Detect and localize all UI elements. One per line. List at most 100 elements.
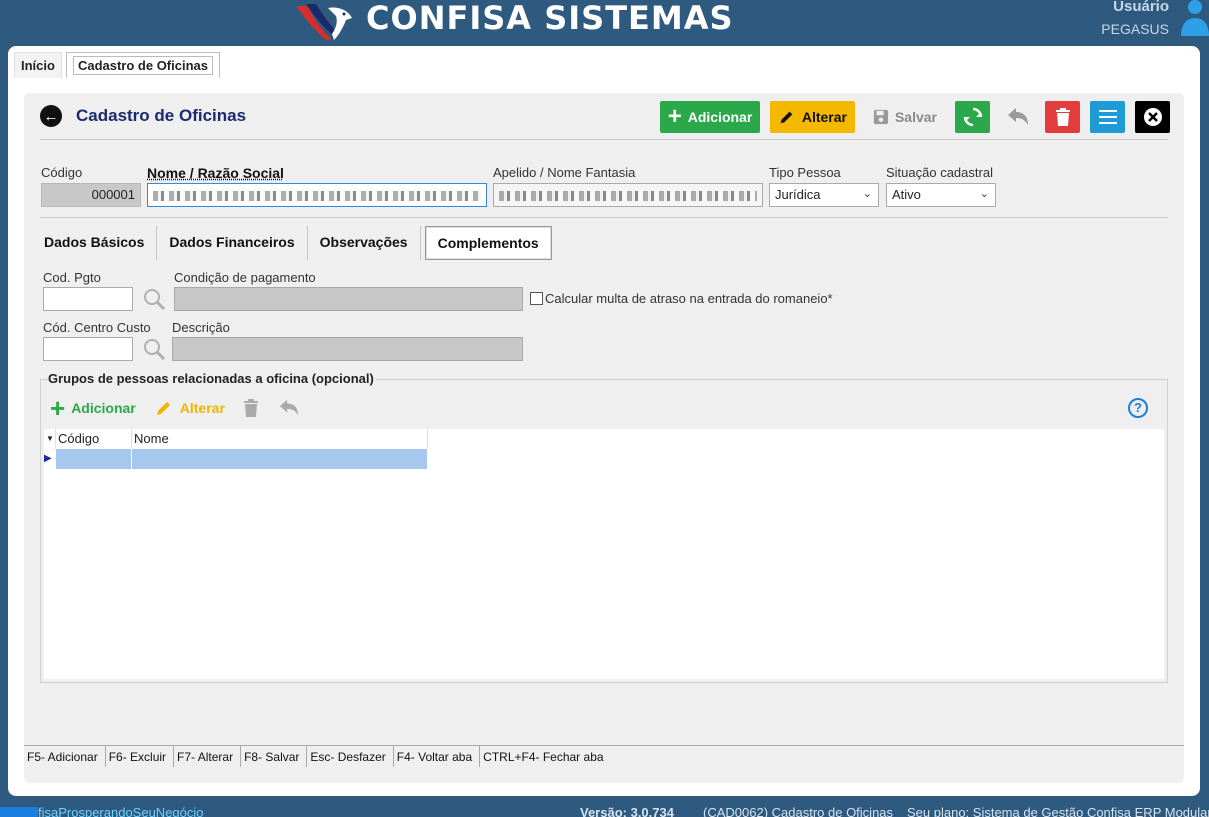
group-edit-label: Alterar <box>180 400 225 416</box>
situacao-label: Situação cadastral <box>886 165 993 180</box>
refresh-icon <box>962 106 984 128</box>
descricao-field <box>172 337 523 361</box>
cod-pgto-input[interactable] <box>43 287 133 311</box>
codigo-field: 000001 <box>41 183 141 207</box>
cell-codigo[interactable] <box>56 449 132 469</box>
tab-complementos[interactable]: Complementos <box>425 226 552 260</box>
divider <box>40 217 1168 218</box>
situacao-select[interactable]: Ativo ⌄ <box>886 183 996 207</box>
plan-text: Seu plano: Sistema de Gestão Confisa ERP… <box>907 805 1209 817</box>
search-icon[interactable] <box>142 287 166 311</box>
top-tabs: Início Cadastro de Oficinas <box>14 52 220 78</box>
user-avatar-icon[interactable] <box>1181 0 1209 38</box>
cell-nome[interactable] <box>132 449 428 469</box>
column-header-codigo[interactable]: Código <box>56 429 132 449</box>
help-icon[interactable]: ? <box>1128 398 1148 418</box>
undo-icon[interactable] <box>277 398 301 418</box>
hamburger-icon <box>1099 110 1117 124</box>
shortcut-item: F8- Salvar <box>241 746 307 767</box>
back-arrow-icon[interactable]: ← <box>40 105 62 127</box>
tab-observacoes[interactable]: Observações <box>308 226 421 260</box>
group-edit-button[interactable]: Alterar <box>154 398 225 418</box>
situacao-value: Ativo <box>892 187 921 202</box>
tipo-pessoa-select[interactable]: Jurídica ⌄ <box>769 183 879 207</box>
inner-tabs: Dados Básicos Dados Financeiros Observaç… <box>40 226 552 260</box>
shortcut-item: F6- Excluir <box>106 746 174 767</box>
group-add-label: Adicionar <box>71 400 136 416</box>
add-button[interactable]: + Adicionar <box>660 101 760 133</box>
pegasus-logo-icon <box>292 0 356 42</box>
refresh-button[interactable] <box>955 101 990 133</box>
pencil-icon <box>778 107 796 127</box>
tab-cadastro-oficinas-label: Cadastro de Oficinas <box>73 56 213 75</box>
chevron-down-icon: ⌄ <box>863 187 872 200</box>
cod-pgto-label: Cod. Pgto <box>43 270 101 285</box>
edit-button[interactable]: Alterar <box>770 101 855 133</box>
centro-custo-input[interactable] <box>43 337 133 361</box>
nome-field[interactable] <box>147 183 487 207</box>
brand: CONFISA SISTEMAS <box>292 0 734 42</box>
add-button-label: Adicionar <box>688 109 753 125</box>
trash-icon[interactable] <box>243 399 259 417</box>
shortcut-item: F5- Adicionar <box>24 746 106 767</box>
user-box[interactable]: Usuário PEGASUS <box>1101 0 1169 37</box>
condicao-label: Condição de pagamento <box>174 270 316 285</box>
divider <box>40 139 1168 140</box>
sort-arrow-icon: ▼ <box>44 429 56 449</box>
column-header-nome[interactable]: Nome <box>132 429 428 449</box>
multa-checkbox[interactable] <box>530 292 543 305</box>
shortcut-item: F7- Alterar <box>174 746 241 767</box>
group-add-button[interactable]: + Adicionar <box>50 395 136 421</box>
pencil-icon <box>154 398 174 418</box>
floppy-icon <box>873 108 889 126</box>
undo-button[interactable] <box>1000 101 1035 133</box>
edit-button-label: Alterar <box>802 109 847 125</box>
table-row[interactable]: ▶ <box>44 449 1164 469</box>
plus-icon: + <box>668 105 682 129</box>
redacted-text <box>153 191 481 201</box>
close-icon <box>1143 107 1163 127</box>
plus-icon: + <box>50 395 65 421</box>
multa-label[interactable]: Calcular multa de atraso na entrada do r… <box>545 291 833 306</box>
version-text: Versão: 3.0.734 <box>580 805 674 817</box>
brand-title: CONFISA SISTEMAS <box>366 1 734 35</box>
groups-grid: ▼ Código Nome ▶ <box>44 429 1164 679</box>
delete-button[interactable] <box>1045 101 1080 133</box>
save-button[interactable]: Salvar <box>865 101 945 133</box>
tab-cadastro-oficinas[interactable]: Cadastro de Oficinas <box>66 52 220 78</box>
groups-toolbar: + Adicionar Alterar <box>50 395 301 421</box>
page-title: Cadastro de Oficinas <box>76 106 246 126</box>
centro-custo-label: Cód. Centro Custo <box>43 320 151 335</box>
trash-icon <box>1055 108 1071 126</box>
undo-icon <box>1006 106 1030 128</box>
groups-title: Grupos de pessoas relacionadas a oficina… <box>48 371 376 386</box>
row-pointer-icon: ▶ <box>44 449 56 469</box>
tipo-pessoa-label: Tipo Pessoa <box>769 165 841 180</box>
save-button-label: Salvar <box>895 109 937 125</box>
tab-dados-basicos[interactable]: Dados Básicos <box>40 226 157 260</box>
close-button[interactable] <box>1135 101 1170 133</box>
codigo-label: Código <box>41 165 82 180</box>
shortcuts-bar: F5- Adicionar F6- Excluir F7- Alterar F8… <box>24 745 1184 767</box>
search-icon[interactable] <box>142 337 166 361</box>
tab-inicio[interactable]: Início <box>14 52 62 78</box>
confisa-link[interactable]: fisaProsperandoSeuNegócio <box>0 805 204 817</box>
apelido-label: Apelido / Nome Fantasia <box>493 165 635 180</box>
shortcut-item: CTRL+F4- Fechar aba <box>480 746 610 767</box>
page-header: ← Cadastro de Oficinas <box>40 105 246 127</box>
apelido-field[interactable] <box>493 183 763 207</box>
form-panel: ← Cadastro de Oficinas + Adicionar Alter… <box>24 93 1184 783</box>
status-bar: fisaProsperandoSeuNegócio Versão: 3.0.73… <box>0 800 1209 817</box>
redacted-text <box>499 191 757 201</box>
chevron-down-icon: ⌄ <box>980 187 989 200</box>
screen-code-text: (CAD0062) Cadastro de Oficinas <box>703 805 893 817</box>
main-window: Início Cadastro de Oficinas ← Cadastro d… <box>8 46 1200 796</box>
condicao-field <box>174 287 523 311</box>
menu-button[interactable] <box>1090 101 1125 133</box>
user-name: PEGASUS <box>1101 21 1169 37</box>
nome-label: Nome / Razão Social <box>147 165 284 181</box>
tipo-pessoa-value: Jurídica <box>775 187 821 202</box>
tab-dados-financeiros[interactable]: Dados Financeiros <box>157 226 307 260</box>
descricao-label: Descrição <box>172 320 230 335</box>
shortcut-item: Esc- Desfazer <box>307 746 393 767</box>
